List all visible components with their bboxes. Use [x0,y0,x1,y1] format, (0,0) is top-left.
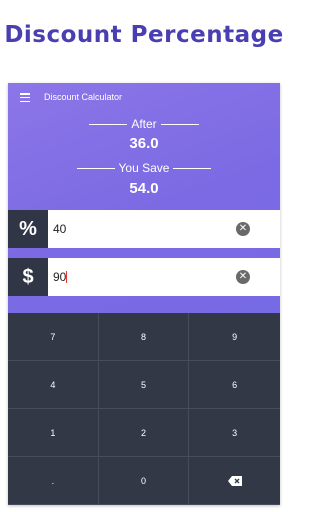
key-5[interactable]: 5 [98,361,190,409]
divider-line [76,167,115,169]
percent-field[interactable]: % 40 ✕ [8,210,280,248]
clear-icon[interactable]: ✕ [236,222,250,236]
key-4[interactable]: 4 [8,361,99,409]
percent-input[interactable]: 40 [53,222,66,236]
key-backspace[interactable] [189,457,280,505]
save-label: You Save [118,161,170,175]
clear-icon[interactable]: ✕ [236,270,250,284]
backspace-icon [227,475,242,486]
save-value: 54.0 [129,180,159,197]
app-title: Discount Calculator [44,92,123,102]
app-screen: Discount Calculator After 36.0 You Save … [8,83,280,505]
save-label-row: You Save [8,161,280,175]
text-caret [66,271,68,283]
keypad: 7 8 9 4 5 6 1 2 3 . 0 [8,313,280,505]
price-input[interactable]: 90 [53,270,68,284]
after-label-row: After [8,117,280,131]
menu-icon[interactable] [20,93,30,103]
price-value: 90 [53,270,67,284]
key-9[interactable]: 9 [189,313,280,361]
divider-line [173,167,212,169]
key-2[interactable]: 2 [98,409,190,457]
promo-title: Discount Percentage [4,22,284,48]
key-8[interactable]: 8 [98,313,190,361]
percent-symbol: % [8,210,48,248]
results-panel: Discount Calculator After 36.0 You Save … [8,83,280,313]
divider-line [89,123,128,125]
after-label: After [131,117,157,131]
after-value: 36.0 [129,135,159,152]
key-0[interactable]: 0 [98,457,190,505]
key-1[interactable]: 1 [8,409,99,457]
divider-line [160,123,199,125]
price-field[interactable]: $ 90 ✕ [8,258,280,296]
key-6[interactable]: 6 [189,361,280,409]
key-decimal[interactable]: . [8,457,99,505]
key-3[interactable]: 3 [189,409,280,457]
dollar-symbol: $ [8,258,48,296]
key-7[interactable]: 7 [8,313,99,361]
app-bar: Discount Calculator [8,83,280,113]
